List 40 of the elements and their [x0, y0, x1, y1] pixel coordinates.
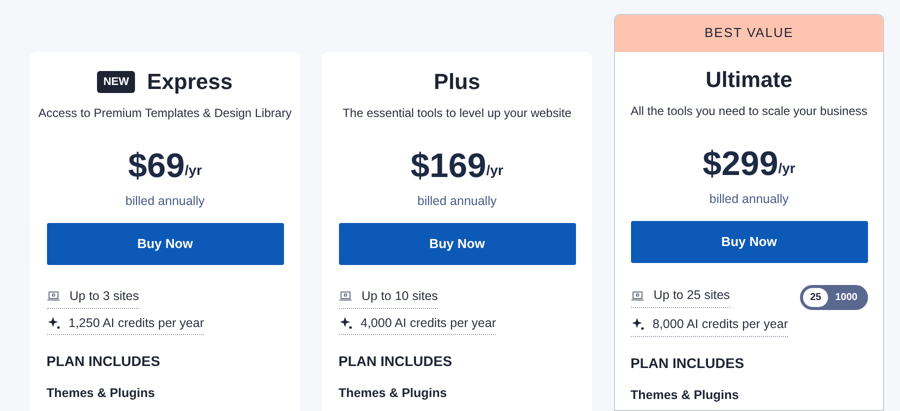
ribbon-label: BEST VALUE — [615, 15, 883, 52]
billing-note: billed annually — [417, 193, 497, 210]
billing-note: billed annually — [125, 193, 205, 210]
price-period: /yr — [778, 159, 796, 178]
plan-title: Ultimate — [706, 66, 792, 94]
include-item: Themes & Plugins — [630, 386, 740, 404]
buy-now-button[interactable]: Buy Now — [338, 222, 576, 265]
toggle-option[interactable]: 25 — [803, 288, 828, 307]
price: $299 — [702, 144, 778, 184]
plan-description: Access to Premium Templates & Design Library — [38, 105, 292, 122]
feature-text: Up to 3 sites — [70, 288, 139, 305]
plan-description: All the tools you need to scale your business — [630, 103, 868, 120]
feature-text: Up to 10 sites — [362, 288, 438, 305]
sparkle-icon — [630, 317, 644, 332]
section-heading: PLAN INCLUDES — [630, 354, 746, 372]
billing-note: billed annually — [709, 191, 789, 208]
include-item: Themes & Plugins — [46, 385, 156, 402]
sparkle-icon — [46, 316, 60, 330]
feature-text: 4,000 AI credits per year — [360, 314, 496, 332]
buy-now-button[interactable]: Buy Now — [46, 222, 284, 265]
section-heading: PLAN INCLUDES — [338, 352, 454, 372]
plan-title: Express — [147, 68, 233, 96]
new-badge: NEW — [97, 70, 136, 94]
feature-text: Up to 25 sites — [654, 287, 730, 304]
price-period: /yr — [486, 161, 504, 180]
laptop-icon — [46, 291, 60, 302]
section-heading: PLAN INCLUDES — [46, 352, 162, 372]
include-item: Themes & Plugins — [338, 385, 448, 402]
plan-description: The essential tools to level up your website — [342, 105, 572, 122]
laptop-icon — [630, 290, 644, 301]
feature-text: 8,000 AI credits per year — [652, 316, 788, 333]
sparkle-icon — [338, 316, 352, 330]
toggle-option[interactable]: 1000 — [828, 288, 864, 307]
feature-text: 1,250 AI credits per year — [68, 314, 204, 332]
price-period: /yr — [184, 161, 202, 180]
buy-now-button[interactable]: Buy Now — [630, 220, 868, 263]
price: $69 — [128, 146, 185, 186]
plan-title: Plus — [434, 68, 480, 96]
laptop-icon — [338, 291, 352, 302]
price: $169 — [410, 146, 486, 186]
